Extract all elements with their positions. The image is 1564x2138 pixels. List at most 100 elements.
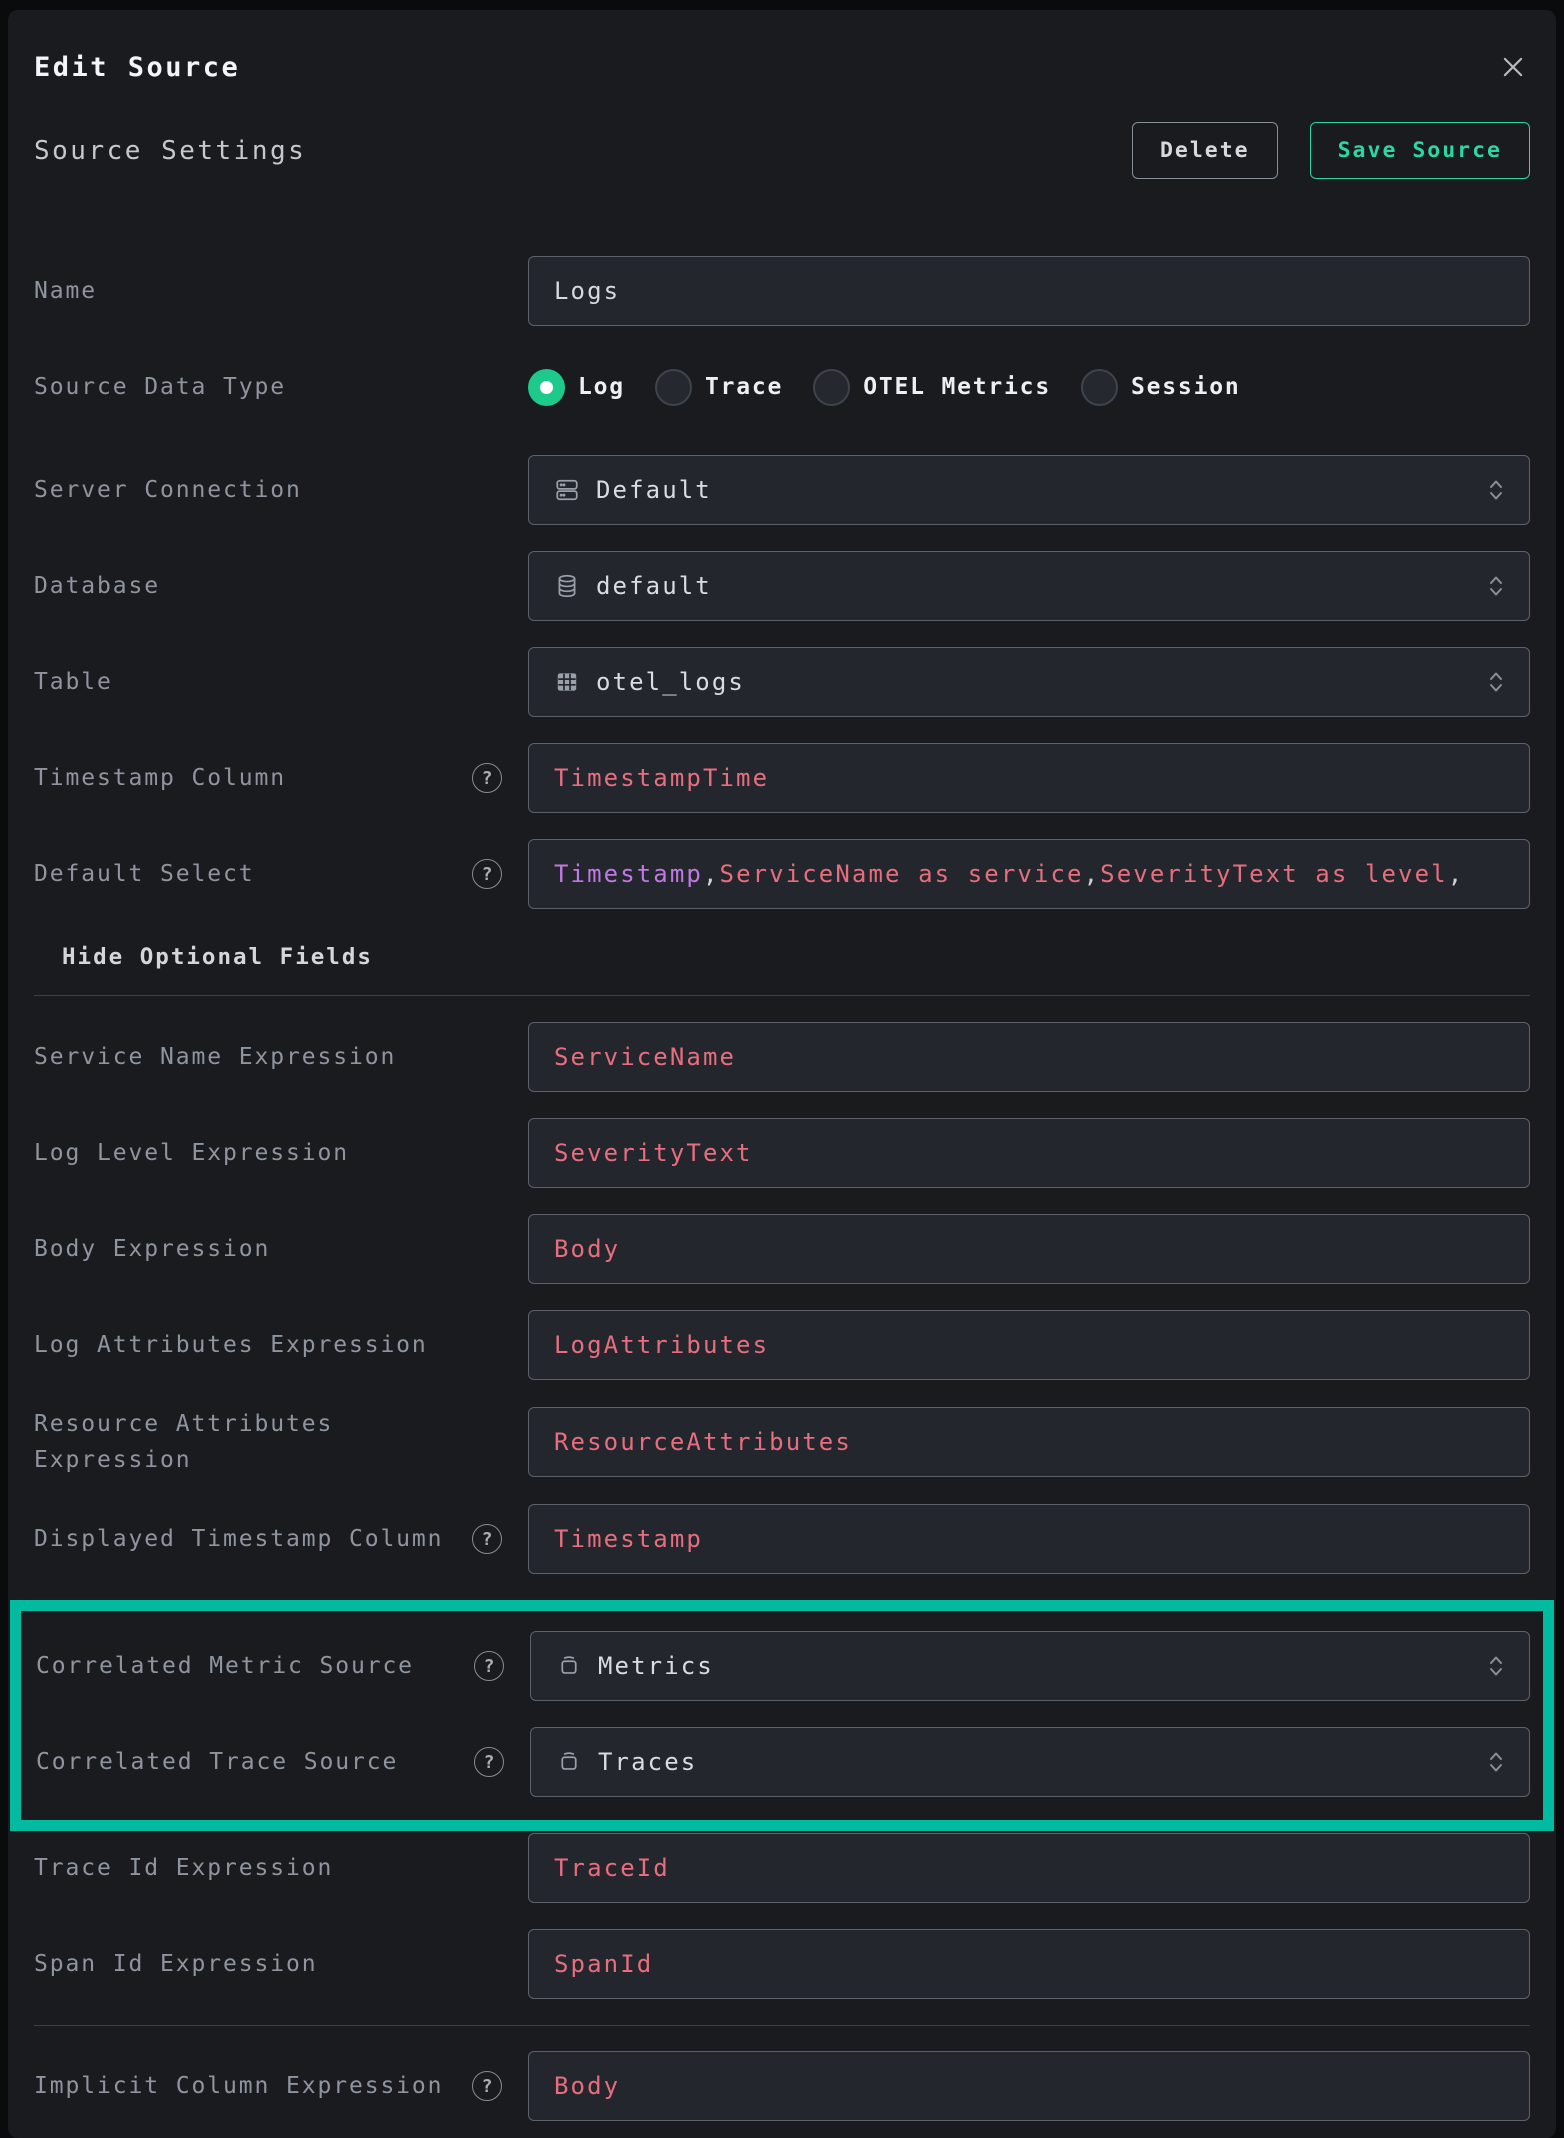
service-name-expression-input[interactable]: ServiceName	[528, 1022, 1530, 1092]
trace-id-expression-label: Trace Id Expression	[34, 1850, 333, 1886]
radio-otel-metrics-label: OTEL Metrics	[863, 374, 1051, 400]
span-id-expression-value: SpanId	[554, 1950, 653, 1978]
source-jar-icon	[556, 1653, 582, 1679]
dialog-header: Edit Source	[34, 10, 1530, 86]
radio-trace[interactable]: Trace	[655, 369, 783, 406]
help-icon[interactable]: ?	[474, 1747, 504, 1777]
close-button[interactable]	[1496, 50, 1530, 84]
dialog-title: Edit Source	[34, 50, 240, 86]
row-correlated-metric-source: Correlated Metric Source ? Metrics	[36, 1631, 1530, 1701]
table-label: Table	[34, 664, 113, 700]
delete-button[interactable]: Delete	[1132, 122, 1278, 179]
correlated-trace-source-label: Correlated Trace Source	[36, 1744, 398, 1780]
default-select-label: Default Select	[34, 856, 254, 892]
row-span-id-expression: Span Id Expression SpanId	[34, 1929, 1530, 1999]
chevron-updown-icon	[1487, 1652, 1505, 1680]
edit-source-dialog: Edit Source Source Settings Delete Save …	[8, 10, 1556, 2138]
sql-token: Timestamp	[554, 860, 703, 888]
displayed-timestamp-column-label: Displayed Timestamp Column	[34, 1521, 443, 1557]
chevron-updown-icon	[1487, 1748, 1505, 1776]
database-icon	[554, 573, 580, 599]
timestamp-column-value: TimestampTime	[554, 764, 769, 792]
source-settings-form: Name Logs Source Data Type Log	[34, 256, 1530, 2121]
implicit-column-expression-value: Body	[554, 2072, 620, 2100]
help-icon[interactable]: ?	[472, 2071, 502, 2101]
service-name-expression-label: Service Name Expression	[34, 1039, 396, 1075]
row-log-attributes-expression: Log Attributes Expression LogAttributes	[34, 1310, 1530, 1380]
hide-optional-fields-toggle[interactable]: Hide Optional Fields	[34, 940, 1530, 974]
resource-attributes-expression-value: ResourceAttributes	[554, 1428, 852, 1456]
row-timestamp-column: Timestamp Column ? TimestampTime	[34, 743, 1530, 813]
database-select[interactable]: default	[528, 551, 1530, 621]
log-attributes-expression-input[interactable]: LogAttributes	[528, 1310, 1530, 1380]
help-icon[interactable]: ?	[472, 1524, 502, 1554]
row-default-select: Default Select ? Timestamp, ServiceName …	[34, 839, 1530, 909]
row-implicit-column-expression: Implicit Column Expression ? Body	[34, 2051, 1530, 2121]
log-attributes-expression-label: Log Attributes Expression	[34, 1327, 428, 1363]
chevron-updown-icon	[1487, 572, 1505, 600]
sql-token: ServiceName as service	[720, 860, 1084, 888]
row-trace-id-expression: Trace Id Expression TraceId	[34, 1833, 1530, 1903]
row-body-expression: Body Expression Body	[34, 1214, 1530, 1284]
sql-token: ,	[703, 860, 720, 888]
span-id-expression-input[interactable]: SpanId	[528, 1929, 1530, 1999]
section-header: Source Settings Delete Save Source	[34, 122, 1530, 179]
default-select-input[interactable]: Timestamp, ServiceName as service, Sever…	[528, 839, 1530, 909]
row-name: Name Logs	[34, 256, 1530, 326]
sql-token: ,	[1084, 860, 1101, 888]
trace-id-expression-input[interactable]: TraceId	[528, 1833, 1530, 1903]
row-server-connection: Server Connection Default	[34, 455, 1530, 525]
server-connection-label: Server Connection	[34, 472, 302, 508]
database-value: default	[596, 572, 712, 600]
radio-session-label: Session	[1131, 374, 1241, 400]
radio-log-label: Log	[578, 374, 625, 400]
name-input[interactable]: Logs	[528, 256, 1530, 326]
server-connection-select[interactable]: Default	[528, 455, 1530, 525]
body-expression-label: Body Expression	[34, 1231, 270, 1267]
log-level-expression-input[interactable]: SeverityText	[528, 1118, 1530, 1188]
action-buttons: Delete Save Source	[1132, 122, 1530, 179]
save-source-button[interactable]: Save Source	[1310, 122, 1530, 179]
trace-id-expression-value: TraceId	[554, 1854, 670, 1882]
correlated-metric-source-value: Metrics	[598, 1652, 714, 1680]
correlated-trace-source-select[interactable]: Traces	[530, 1727, 1530, 1797]
divider	[34, 2025, 1530, 2026]
section-title: Source Settings	[34, 136, 306, 166]
resource-attributes-expression-input[interactable]: ResourceAttributes	[528, 1407, 1530, 1477]
radio-selected-icon	[528, 369, 565, 406]
chevron-updown-icon	[1487, 668, 1505, 696]
help-icon[interactable]: ?	[472, 763, 502, 793]
row-table: Table otel_logs	[34, 647, 1530, 717]
source-jar-icon	[556, 1749, 582, 1775]
implicit-column-expression-input[interactable]: Body	[528, 2051, 1530, 2121]
log-attributes-expression-value: LogAttributes	[554, 1331, 769, 1359]
log-level-expression-label: Log Level Expression	[34, 1135, 349, 1171]
correlated-metric-source-select[interactable]: Metrics	[530, 1631, 1530, 1701]
row-service-name-expression: Service Name Expression ServiceName	[34, 1022, 1530, 1092]
service-name-expression-value: ServiceName	[554, 1043, 736, 1071]
close-icon	[1498, 52, 1528, 82]
name-value: Logs	[554, 277, 620, 305]
source-data-type-label: Source Data Type	[34, 369, 286, 405]
help-icon[interactable]: ?	[474, 1651, 504, 1681]
divider	[34, 995, 1530, 996]
radio-unselected-icon	[655, 369, 692, 406]
row-resource-attributes-expression: Resource Attributes Expression ResourceA…	[34, 1406, 1530, 1478]
radio-trace-label: Trace	[705, 374, 783, 400]
radio-otel-metrics[interactable]: OTEL Metrics	[813, 369, 1051, 406]
displayed-timestamp-column-input[interactable]: Timestamp	[528, 1504, 1530, 1574]
body-expression-input[interactable]: Body	[528, 1214, 1530, 1284]
radio-unselected-icon	[1081, 369, 1118, 406]
radio-log[interactable]: Log	[528, 369, 625, 406]
row-correlated-trace-source: Correlated Trace Source ? Traces	[36, 1727, 1530, 1797]
help-icon[interactable]: ?	[472, 859, 502, 889]
source-data-type-radio-group: Log Trace OTEL Metrics Session	[528, 352, 1530, 422]
radio-session[interactable]: Session	[1081, 369, 1241, 406]
row-log-level-expression: Log Level Expression SeverityText	[34, 1118, 1530, 1188]
table-select[interactable]: otel_logs	[528, 647, 1530, 717]
body-expression-value: Body	[554, 1235, 620, 1263]
timestamp-column-input[interactable]: TimestampTime	[528, 743, 1530, 813]
span-id-expression-label: Span Id Expression	[34, 1946, 317, 1982]
timestamp-column-label: Timestamp Column	[34, 760, 286, 796]
server-icon	[554, 477, 580, 503]
